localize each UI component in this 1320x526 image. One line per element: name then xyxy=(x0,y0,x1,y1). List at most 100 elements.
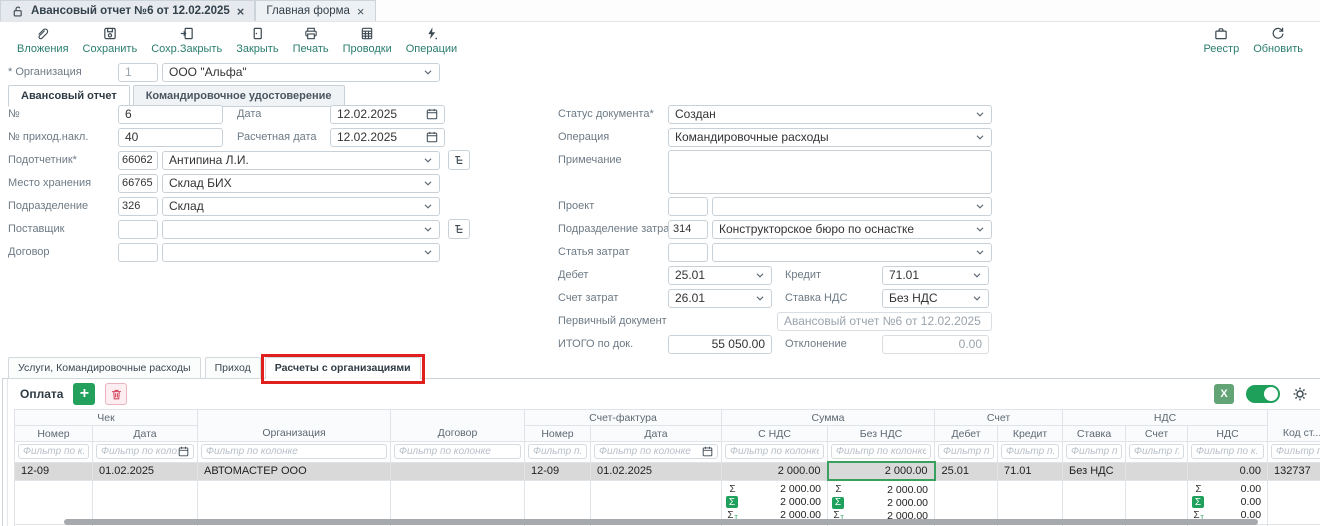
excel-export-button[interactable]: X xyxy=(1214,384,1234,404)
operation-select[interactable]: Командировочные расходы xyxy=(668,128,992,147)
cost-department-code-input[interactable]: 314 xyxy=(668,220,708,239)
tab-services-travel-expenses[interactable]: Услуги, Командировочные расходы xyxy=(8,357,201,379)
calendar-icon[interactable] xyxy=(178,446,189,457)
cell-debit[interactable]: 25.01 xyxy=(935,462,998,480)
column-header-rate[interactable]: Ставка xyxy=(1063,426,1126,442)
cell-with-vat[interactable]: 2 000.00 xyxy=(722,462,828,480)
cell-check-number[interactable]: 12-09 xyxy=(15,462,93,480)
delete-row-button[interactable] xyxy=(105,383,127,405)
column-header-vat-account[interactable]: Счет xyxy=(1126,426,1188,442)
filter-invoice-date[interactable]: Фильтр по колонке xyxy=(594,444,718,459)
total-input[interactable]: 55 050.00 xyxy=(668,335,772,354)
filter-with-vat[interactable]: Фильтр по колонке xyxy=(725,444,824,459)
save-button[interactable]: Сохранить xyxy=(76,25,145,56)
refresh-button[interactable]: Обновить xyxy=(1246,25,1310,56)
column-header-code[interactable]: Код ст... xyxy=(1268,410,1320,442)
filter-code[interactable]: Фильтр по... xyxy=(1271,444,1320,459)
filter-organization[interactable]: Фильтр по колонке xyxy=(201,444,387,459)
column-header-with-vat[interactable]: С НДС xyxy=(722,426,828,442)
close-tab-icon[interactable]: × xyxy=(357,5,365,18)
prihod-input[interactable]: 40 xyxy=(118,128,223,147)
column-header-credit[interactable]: Кредит xyxy=(998,426,1063,442)
department-select[interactable]: Склад xyxy=(162,197,440,216)
podotchetnik-select[interactable]: Антипина Л.И. xyxy=(162,151,440,170)
credit-select[interactable]: 71.01 xyxy=(882,266,989,285)
project-select[interactable] xyxy=(712,197,992,216)
filter-vat-account[interactable]: Фильтр п... xyxy=(1129,444,1184,459)
calc-date-input[interactable]: 12.02.2025 xyxy=(330,128,445,147)
view-toggle[interactable] xyxy=(1246,385,1280,403)
calendar-icon[interactable] xyxy=(426,108,438,120)
cost-department-select[interactable]: Конструкторское бюро по оснастке xyxy=(712,220,992,239)
cell-without-vat-selected[interactable]: 2 000.00 xyxy=(828,462,935,480)
close-tab-icon[interactable]: × xyxy=(237,5,245,18)
filter-rate[interactable]: Фильтр п... xyxy=(1066,444,1122,459)
vat-rate-select[interactable]: Без НДС xyxy=(882,289,989,308)
cell-vat-account[interactable] xyxy=(1126,462,1188,480)
cost-account-select[interactable]: 26.01 xyxy=(668,289,772,308)
cell-invoice-date[interactable]: 01.02.2025 xyxy=(591,462,722,480)
cell-rate[interactable]: Без НДС xyxy=(1063,462,1126,480)
tab-settlements-with-organizations[interactable]: Расчеты с организациями xyxy=(265,357,421,379)
contract-code-input[interactable] xyxy=(118,243,158,262)
print-button[interactable]: Печать xyxy=(286,25,336,56)
window-tab-main-form[interactable]: Главная форма × xyxy=(255,0,375,21)
podotchetnik-code-input[interactable]: 66062 xyxy=(118,151,158,170)
cell-check-date[interactable]: 01.02.2025 xyxy=(93,462,198,480)
debit-select[interactable]: 25.01 xyxy=(668,266,772,285)
registry-button[interactable]: Реестр xyxy=(1196,25,1246,56)
column-header-organization[interactable]: Организация xyxy=(198,410,391,442)
save-close-button[interactable]: Сохр.Закрыть xyxy=(144,25,229,56)
operations-button[interactable]: Операции xyxy=(399,25,464,56)
column-header-check-date[interactable]: Дата xyxy=(93,426,198,442)
filter-check-number[interactable]: Фильтр по к... xyxy=(18,444,89,459)
podotchetnik-tree-button[interactable] xyxy=(448,150,470,170)
column-header-invoice-number[interactable]: Номер xyxy=(525,426,591,442)
close-button[interactable]: Закрыть xyxy=(229,25,285,56)
status-select[interactable]: Создан xyxy=(668,105,992,124)
organization-code-input[interactable]: 1 xyxy=(118,63,158,82)
column-header-debit[interactable]: Дебет xyxy=(935,426,998,442)
calendar-icon[interactable] xyxy=(426,131,438,143)
horizontal-scrollbar[interactable] xyxy=(64,519,1258,525)
column-header-check-number[interactable]: Номер xyxy=(15,426,93,442)
gear-icon[interactable] xyxy=(1292,386,1308,402)
cost-item-code-input[interactable] xyxy=(668,243,708,262)
postings-button[interactable]: Проводки xyxy=(336,25,399,56)
cell-credit[interactable]: 71.01 xyxy=(998,462,1063,480)
column-header-contract[interactable]: Договор xyxy=(391,410,525,442)
filter-without-vat[interactable]: Фильтр по колонке xyxy=(831,444,931,459)
supplier-code-input[interactable] xyxy=(118,220,158,239)
storage-select[interactable]: Склад БИХ xyxy=(162,174,440,193)
add-row-button[interactable]: + xyxy=(73,383,95,405)
department-code-input[interactable]: 326 xyxy=(118,197,158,216)
filter-invoice-number[interactable]: Фильтр п... xyxy=(528,444,587,459)
cell-contract[interactable] xyxy=(391,462,525,480)
column-header-invoice-date[interactable]: Дата xyxy=(591,426,722,442)
filter-credit[interactable]: Фильтр п... xyxy=(1001,444,1059,459)
supplier-tree-button[interactable] xyxy=(448,219,470,239)
project-code-input[interactable] xyxy=(668,197,708,216)
filter-debit[interactable]: Фильтр п... xyxy=(938,444,994,459)
cell-code[interactable]: 132737 xyxy=(1268,462,1320,480)
attachments-button[interactable]: Вложения xyxy=(10,25,76,56)
contract-select[interactable] xyxy=(162,243,440,262)
filter-contract[interactable]: Фильтр по колонке xyxy=(394,444,521,459)
filter-vat[interactable]: Фильтр по к... xyxy=(1191,444,1264,459)
column-header-vat[interactable]: НДС xyxy=(1188,426,1268,442)
note-textarea[interactable] xyxy=(668,150,992,194)
cell-invoice-number[interactable]: 12-09 xyxy=(525,462,591,480)
window-tab-advance-report[interactable]: Авансовый отчет №6 от 12.02.2025 × xyxy=(0,0,255,21)
filter-check-date[interactable]: Фильтр по коло... xyxy=(96,444,194,459)
tab-prihod[interactable]: Приход xyxy=(205,357,261,379)
organization-select[interactable]: ООО "Альфа" xyxy=(162,63,440,82)
column-header-without-vat[interactable]: Без НДС xyxy=(828,426,935,442)
no-input[interactable]: 6 xyxy=(118,105,223,124)
cost-item-select[interactable] xyxy=(712,243,992,262)
cell-organization[interactable]: АВТОМАСТЕР ООО xyxy=(198,462,391,480)
storage-code-input[interactable]: 66765 xyxy=(118,174,158,193)
supplier-select[interactable] xyxy=(162,220,440,239)
date-input[interactable]: 12.02.2025 xyxy=(330,105,445,124)
cell-vat[interactable]: 0.00 xyxy=(1188,462,1268,480)
table-row[interactable]: 12-09 01.02.2025 АВТОМАСТЕР ООО 12-09 01… xyxy=(15,462,1320,480)
